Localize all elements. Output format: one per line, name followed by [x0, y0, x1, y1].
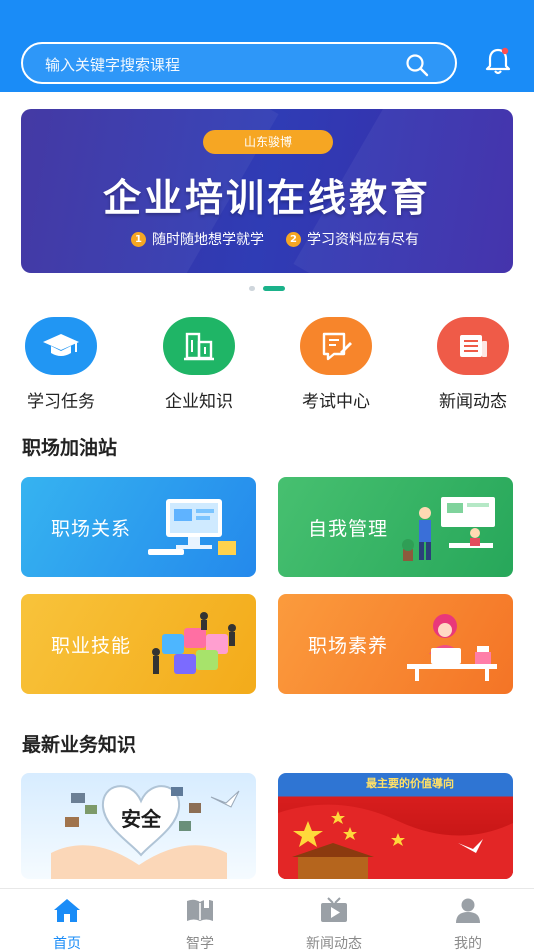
- home-page: 输入关键字搜索课程 山东骏博 企业培训在线教育 1 随时随地想学就学 2 学习资…: [0, 0, 534, 950]
- notification-bell-icon[interactable]: [484, 46, 512, 76]
- card-self-management[interactable]: 自我管理: [278, 477, 513, 577]
- banner-tag: 山东骏博: [203, 130, 333, 154]
- quick-link-label: 新闻动态: [439, 392, 507, 412]
- card-workplace-literacy[interactable]: 职场素养: [278, 594, 513, 694]
- tab-profile[interactable]: 我的: [418, 897, 518, 950]
- card-professional-skills[interactable]: 职业技能: [21, 594, 256, 694]
- banner-point-text: 学习资料应有尽有: [307, 232, 419, 248]
- video-icon: [321, 897, 347, 922]
- home-icon: [54, 899, 80, 922]
- newspaper-icon: [437, 317, 509, 375]
- tab-news[interactable]: 新闻动态: [284, 897, 384, 950]
- news-card-values[interactable]: 最主要的价值導向: [278, 773, 513, 879]
- quick-link-study-tasks[interactable]: 学习任务: [11, 317, 111, 412]
- tab-smart-learning[interactable]: 智学: [150, 897, 250, 950]
- banner-point-number: 2: [286, 231, 301, 247]
- section-title-latest-knowledge: 最新业务知识: [22, 734, 137, 756]
- quick-link-news[interactable]: 新闻动态: [423, 317, 523, 412]
- tab-label: 首页: [53, 936, 81, 950]
- tab-home[interactable]: 首页: [17, 897, 117, 950]
- book-icon: [187, 899, 213, 921]
- flag-image: [278, 804, 513, 879]
- banner-point-1: 1 随时随地想学就学: [131, 229, 264, 249]
- banner-title: 企业培训在线教育: [102, 176, 431, 220]
- tab-label: 新闻动态: [306, 936, 362, 950]
- computer-illustration-icon: [148, 499, 236, 555]
- card-label: 职业技能: [51, 635, 132, 657]
- reading-woman-illustration-icon: [407, 614, 497, 681]
- banner-pagination: [249, 286, 293, 291]
- search-placeholder: 输入关键字搜索课程: [45, 56, 181, 74]
- bottom-tab-bar: 首页 智学 新闻动态 我的: [0, 888, 534, 950]
- search-input[interactable]: 输入关键字搜索课程: [21, 42, 457, 84]
- building-icon: [163, 317, 235, 375]
- tab-label: 智学: [186, 936, 214, 950]
- graduation-cap-icon: [25, 317, 97, 375]
- meeting-illustration-icon: [402, 497, 495, 561]
- section-title-workplace: 职场加油站: [22, 437, 118, 459]
- quick-link-exam-center[interactable]: 考试中心: [286, 317, 386, 412]
- quick-link-label: 考试中心: [302, 392, 370, 412]
- header: 输入关键字搜索课程: [0, 0, 534, 92]
- exam-edit-icon: [300, 317, 372, 375]
- quick-links: 学习任务 企业知识 考试中心 新闻动态: [0, 317, 534, 417]
- search-icon[interactable]: [405, 53, 429, 77]
- quick-link-label: 企业知识: [165, 392, 233, 412]
- puzzle-illustration-icon: [152, 612, 236, 674]
- news-card-caption: 安全: [121, 807, 161, 831]
- news-card-safety[interactable]: 安全: [21, 773, 256, 879]
- banner-point-number: 1: [131, 231, 146, 247]
- quick-link-label: 学习任务: [27, 392, 95, 412]
- card-workplace-relations[interactable]: 职场关系: [21, 477, 256, 577]
- quick-link-company-knowledge[interactable]: 企业知识: [149, 317, 249, 412]
- pagination-dot[interactable]: [249, 286, 255, 291]
- promo-banner[interactable]: 山东骏博 企业培训在线教育 1 随时随地想学就学 2 学习资料应有尽有: [21, 109, 513, 273]
- card-label: 职场关系: [51, 518, 132, 540]
- banner-point-2: 2 学习资料应有尽有: [286, 229, 419, 249]
- banner-point-text: 随时随地想学就学: [152, 232, 264, 248]
- card-label: 自我管理: [308, 518, 389, 540]
- card-label: 职场素养: [308, 635, 389, 657]
- pagination-dot-active[interactable]: [263, 286, 285, 291]
- user-icon: [456, 898, 480, 923]
- tab-label: 我的: [454, 936, 482, 950]
